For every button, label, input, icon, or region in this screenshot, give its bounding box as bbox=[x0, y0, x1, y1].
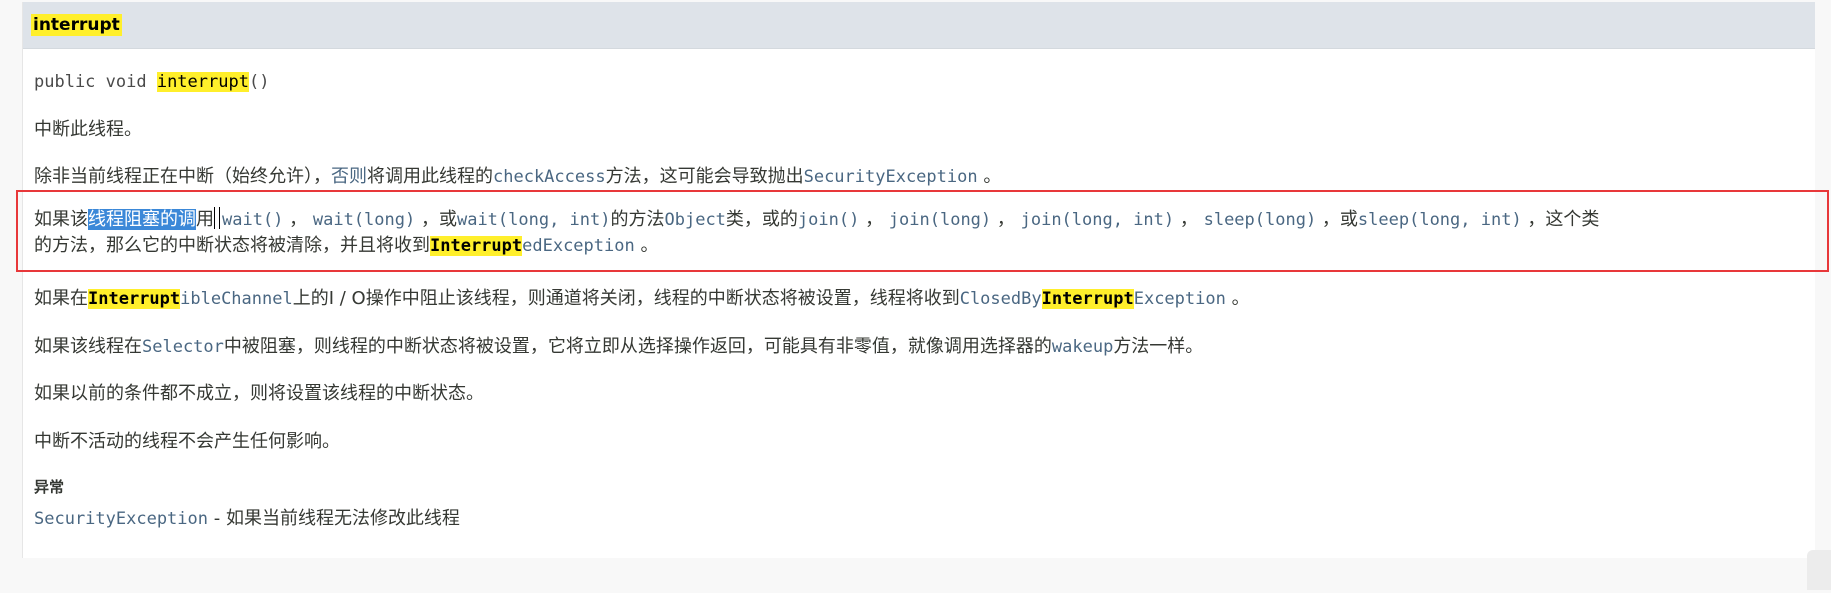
checkaccess-link[interactable]: checkAccess bbox=[493, 167, 606, 187]
p3-text-l: ， bbox=[859, 209, 889, 230]
sleep-long-link[interactable]: sleep(long) bbox=[1204, 210, 1317, 230]
wakeup-link[interactable]: wakeup bbox=[1052, 337, 1113, 357]
signature-suffix: () bbox=[248, 72, 270, 92]
p3-text-u: 的方法，那么它的中断状态将被清除，并且将收到 bbox=[34, 235, 430, 256]
p3-text-r: ，或 bbox=[1316, 209, 1358, 230]
join-long-int-link[interactable]: join(long, int) bbox=[1021, 210, 1175, 230]
closedby-link[interactable]: ClosedBy bbox=[960, 289, 1042, 309]
p4-text-h: 。 bbox=[1225, 288, 1250, 309]
object-link[interactable]: Object bbox=[665, 210, 726, 230]
p3-text-d: ， bbox=[283, 209, 313, 230]
exceptions-heading-text: 异常 bbox=[34, 478, 65, 496]
method-signature: public void interrupt() bbox=[34, 70, 269, 94]
method-header: interrupt bbox=[23, 2, 1815, 49]
exception-item: SecurityException - 如果当前线程无法修改此线程 bbox=[34, 507, 460, 531]
p2-text-c: 将调用此线程的 bbox=[367, 166, 493, 187]
interrupted-highlight[interactable]: Interrupt bbox=[430, 236, 523, 256]
description-security: 除非当前线程正在中断（始终允许），否则将调用此线程的checkAccess方法，… bbox=[34, 165, 1001, 189]
p2-link-otherwise[interactable]: 否则 bbox=[331, 166, 367, 187]
wait-long-int-link[interactable]: wait(long, int) bbox=[457, 210, 611, 230]
interruptiblechannel-link[interactable]: ibleChannel bbox=[180, 289, 293, 309]
p2-text-g: 。 bbox=[977, 166, 1002, 187]
interruptible-highlight[interactable]: Interrupt bbox=[88, 289, 181, 309]
p5-text-c: 中被阻塞，则线程的中断状态将被设置，它将立即从选择操作返回，可能具有非零值，就像… bbox=[223, 336, 1052, 357]
p4-text-d: 上的I / O操作中阻止该线程，则通道将关闭，线程的中断状态将被设置，线程将收到 bbox=[292, 288, 960, 309]
p5-text-a: 如果该线程在 bbox=[34, 336, 142, 357]
p3-text-a: 如果该 bbox=[34, 209, 88, 230]
p3-text-n: ， bbox=[991, 209, 1021, 230]
method-detail-block: interrupt public void interrupt() 中断此线程。… bbox=[22, 2, 1815, 558]
p3-text-f: ，或 bbox=[415, 209, 457, 230]
description-io-channel: 如果在InterruptibleChannel上的I / O操作中阻止该线程，则… bbox=[34, 287, 1250, 311]
p3-text-h: 的方法 bbox=[610, 209, 665, 230]
signature-method: interrupt bbox=[156, 72, 249, 92]
selected-text: 线程阻塞的调 bbox=[88, 209, 196, 230]
securityexception-link[interactable]: SecurityException bbox=[804, 167, 978, 187]
p3-text-t: ，这个类 bbox=[1521, 209, 1600, 230]
closedby-interrupt-highlight[interactable]: Interrupt bbox=[1041, 289, 1134, 309]
p4-text-a: 如果在 bbox=[34, 288, 88, 309]
p2-text-e: 方法，这可能会导致抛出 bbox=[605, 166, 804, 187]
method-title: interrupt bbox=[31, 14, 122, 36]
sleep-long-int-link[interactable]: sleep(long, int) bbox=[1358, 210, 1522, 230]
text-cursor-icon bbox=[214, 207, 220, 229]
p2-text-a: 除非当前线程正在中断（始终允许）， bbox=[34, 166, 331, 187]
exception-description: - 如果当前线程无法修改此线程 bbox=[208, 508, 460, 529]
join-long-link[interactable]: join(long) bbox=[889, 210, 991, 230]
description-default: 如果以前的条件都不成立，则将设置该线程的中断状态。 bbox=[34, 383, 484, 404]
p3-text-x: 。 bbox=[634, 235, 659, 256]
description-selector: 如果该线程在Selector中被阻塞，则线程的中断状态将被设置，它将立即从选择操… bbox=[34, 335, 1203, 359]
p3-text-j: 类，或的 bbox=[725, 209, 798, 230]
p5-text-e: 方法一样。 bbox=[1113, 336, 1204, 357]
scrollbar-corner[interactable] bbox=[1807, 550, 1831, 590]
closedbyinterrupt-exception-link[interactable]: Exception bbox=[1134, 289, 1226, 309]
interrupted-exception-link[interactable]: edException bbox=[522, 236, 635, 256]
exceptions-heading: 异常 bbox=[34, 475, 64, 499]
p3-text-b: 用 bbox=[196, 209, 214, 230]
p3-text-p: ， bbox=[1174, 209, 1204, 230]
description-inactive: 中断不活动的线程不会产生任何影响。 bbox=[34, 431, 340, 452]
exception-securityexception-link[interactable]: SecurityException bbox=[34, 509, 208, 529]
wait-long-link[interactable]: wait(long) bbox=[313, 210, 415, 230]
description-blocked-calls: 如果该线程阻塞的调用 wait() ， wait(long) ，或wait(lon… bbox=[34, 207, 1809, 259]
signature-prefix: public void bbox=[34, 72, 157, 92]
join-link[interactable]: join() bbox=[798, 210, 859, 230]
selector-link[interactable]: Selector bbox=[142, 337, 224, 357]
description-summary: 中断此线程。 bbox=[34, 119, 142, 140]
wait-link[interactable]: wait() bbox=[222, 210, 283, 230]
